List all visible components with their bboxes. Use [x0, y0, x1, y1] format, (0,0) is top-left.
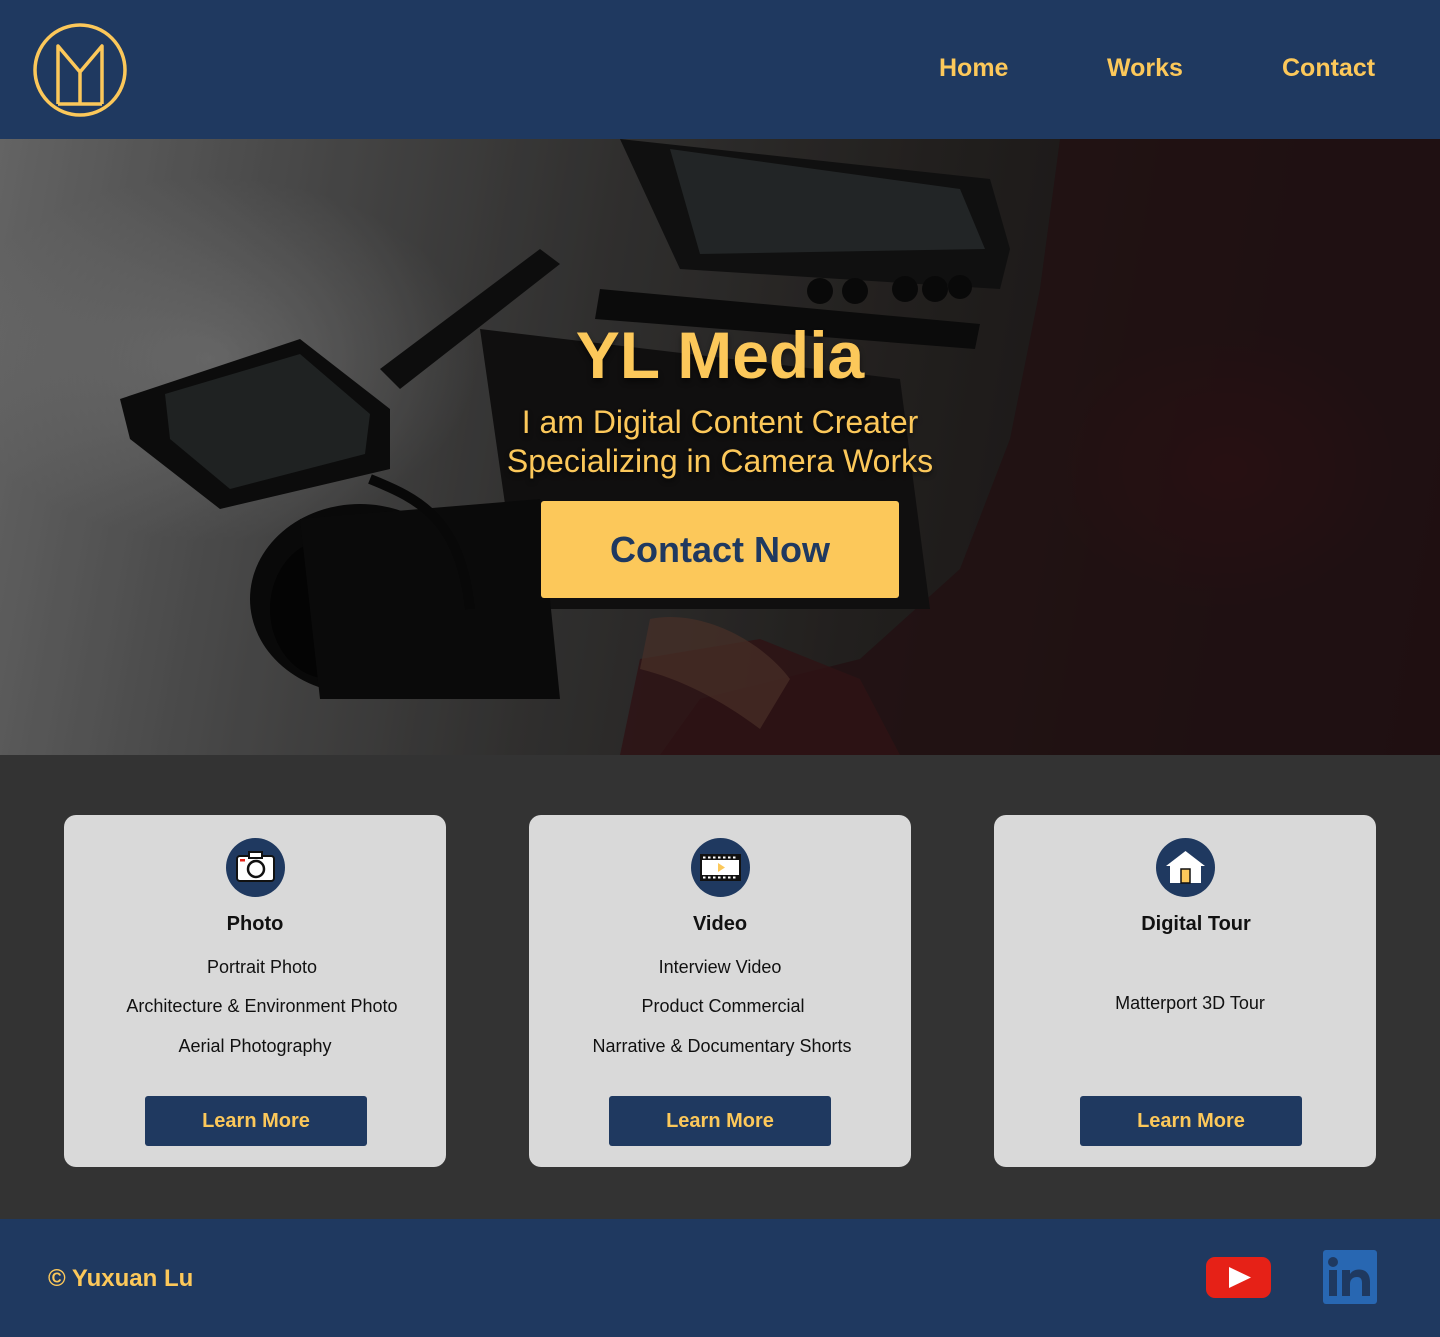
service-item: Interview Video: [658, 957, 782, 977]
film-icon: [691, 838, 750, 897]
camera-icon: [226, 838, 285, 897]
nav-contact[interactable]: Contact: [1282, 54, 1375, 83]
service-item: Product Commercial: [641, 996, 805, 1016]
copyright-text: © Yuxuan Lu: [48, 1265, 194, 1292]
service-item: Narrative & Documentary Shorts: [592, 1036, 852, 1056]
house-icon: [1156, 838, 1215, 897]
hero-subtitle-line1: I am Digital Content Creater: [521, 404, 919, 440]
site-header: Home Works Contact: [0, 0, 1440, 139]
service-item: Architecture & Environment Photo: [126, 996, 398, 1016]
service-item: Portrait Photo: [206, 957, 318, 977]
learn-more-digital-tour-button[interactable]: Learn More: [1080, 1096, 1302, 1146]
ym-logo-icon[interactable]: [32, 22, 128, 118]
hero-subtitle-line2: Specializing in Camera Works: [506, 443, 934, 479]
service-item: Aerial Photography: [178, 1036, 332, 1056]
contact-now-button[interactable]: Contact Now: [541, 501, 899, 598]
learn-more-photo-button[interactable]: Learn More: [145, 1096, 367, 1146]
card-title: Photo: [226, 913, 284, 935]
site-footer: © Yuxuan Lu: [0, 1219, 1440, 1337]
service-card-photo: Photo Portrait Photo Architecture & Envi…: [64, 815, 446, 1167]
youtube-icon[interactable]: [1206, 1257, 1271, 1298]
nav-works[interactable]: Works: [1107, 54, 1183, 83]
hero-title: YL Media: [575, 318, 865, 392]
card-title: Video: [692, 913, 748, 935]
learn-more-video-button[interactable]: Learn More: [609, 1096, 831, 1146]
service-card-digital-tour: Digital Tour Matterport 3D Tour Learn Mo…: [994, 815, 1376, 1167]
hero-section: YL Media I am Digital Content Creater Sp…: [0, 139, 1440, 755]
service-card-video: Video Interview Video Product Commercial…: [529, 815, 911, 1167]
card-title: Digital Tour: [1141, 913, 1251, 935]
linkedin-icon[interactable]: [1323, 1250, 1377, 1304]
nav-home[interactable]: Home: [939, 54, 1008, 83]
service-item: Matterport 3D Tour: [1115, 993, 1265, 1013]
